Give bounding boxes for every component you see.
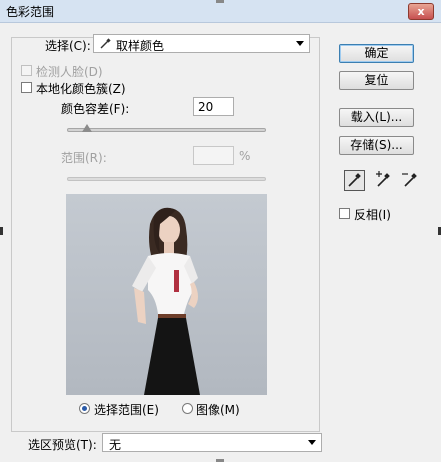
eyedropper-plus-tool[interactable] bbox=[373, 170, 394, 191]
invert-checkbox[interactable] bbox=[339, 208, 350, 219]
reset-button[interactable]: 复位 bbox=[339, 71, 414, 90]
eyedropper-tool[interactable] bbox=[344, 170, 365, 191]
fuzziness-slider-thumb[interactable] bbox=[81, 124, 92, 132]
localized-clusters-label: 本地化颜色簇(Z) bbox=[36, 82, 126, 96]
invert-label: 反相(I) bbox=[354, 208, 391, 222]
selection-preview-value: 无 bbox=[109, 438, 122, 452]
eyedropper-minus-icon bbox=[402, 173, 417, 187]
resize-grip-top bbox=[216, 0, 224, 3]
close-icon: x bbox=[417, 5, 425, 18]
eyedropper-icon bbox=[100, 38, 111, 49]
radio-selection-dot bbox=[82, 406, 87, 411]
select-value: 取样颜色 bbox=[116, 39, 165, 53]
ok-button[interactable]: 确定 bbox=[339, 44, 414, 63]
localized-clusters-checkbox[interactable] bbox=[21, 82, 32, 93]
range-slider-track bbox=[67, 177, 266, 181]
load-button[interactable]: 载入(L)... bbox=[339, 108, 414, 127]
select-label: 选择(C): bbox=[45, 39, 91, 53]
preview-image bbox=[66, 194, 267, 395]
eyedropper-plus-icon bbox=[376, 171, 390, 187]
selection-preview-dropdown[interactable]: 无 bbox=[102, 433, 322, 452]
woman-photo bbox=[66, 194, 267, 395]
select-dropdown[interactable]: 取样颜色 bbox=[93, 34, 310, 53]
eyedropper-icon bbox=[348, 173, 361, 187]
range-unit: % bbox=[239, 149, 251, 163]
range-label: 范围(R): bbox=[61, 151, 107, 165]
window-title: 色彩范围 bbox=[6, 5, 55, 19]
selection-preview-label: 选区预览(T): bbox=[28, 438, 97, 452]
radio-image[interactable] bbox=[182, 403, 193, 414]
resize-grip-left bbox=[0, 227, 3, 235]
detect-faces-label: 检测人脸(D) bbox=[36, 65, 103, 79]
save-button[interactable]: 存储(S)... bbox=[339, 136, 414, 155]
chevron-down-icon bbox=[296, 41, 304, 46]
range-input bbox=[193, 146, 234, 165]
eyedropper-minus-tool[interactable] bbox=[400, 170, 421, 191]
fuzziness-input[interactable]: 20 bbox=[193, 97, 234, 116]
fuzziness-slider-track[interactable] bbox=[67, 128, 266, 132]
detect-faces-checkbox[interactable] bbox=[21, 65, 32, 76]
radio-image-label: 图像(M) bbox=[196, 403, 240, 417]
close-button[interactable]: x bbox=[408, 3, 434, 20]
title-bar bbox=[0, 0, 441, 23]
radio-selection-label: 选择范围(E) bbox=[94, 403, 159, 417]
fuzziness-label: 颜色容差(F): bbox=[61, 102, 130, 116]
chevron-down-icon bbox=[308, 440, 316, 445]
